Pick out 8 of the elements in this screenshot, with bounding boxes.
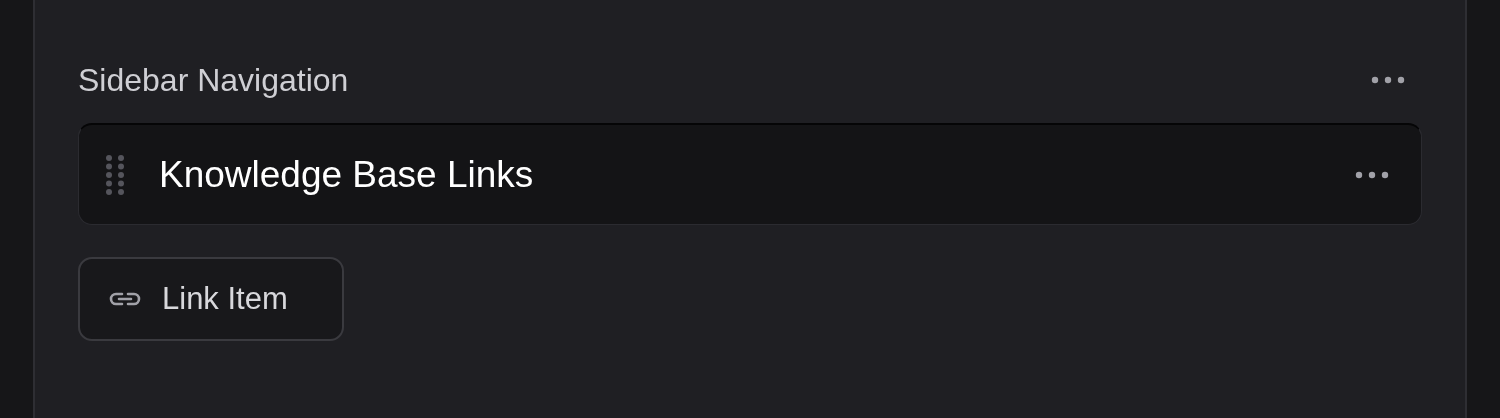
more-icon[interactable]: [1355, 170, 1389, 179]
nav-item[interactable]: Knowledge Base Links: [78, 123, 1422, 225]
add-link-button[interactable]: Link Item: [78, 257, 344, 341]
drag-handle-icon[interactable]: [105, 154, 125, 195]
item-label: Knowledge Base Links: [159, 152, 535, 197]
link-icon: [108, 290, 142, 308]
section-title: Sidebar Navigation: [78, 61, 349, 100]
more-icon[interactable]: [1371, 76, 1405, 84]
